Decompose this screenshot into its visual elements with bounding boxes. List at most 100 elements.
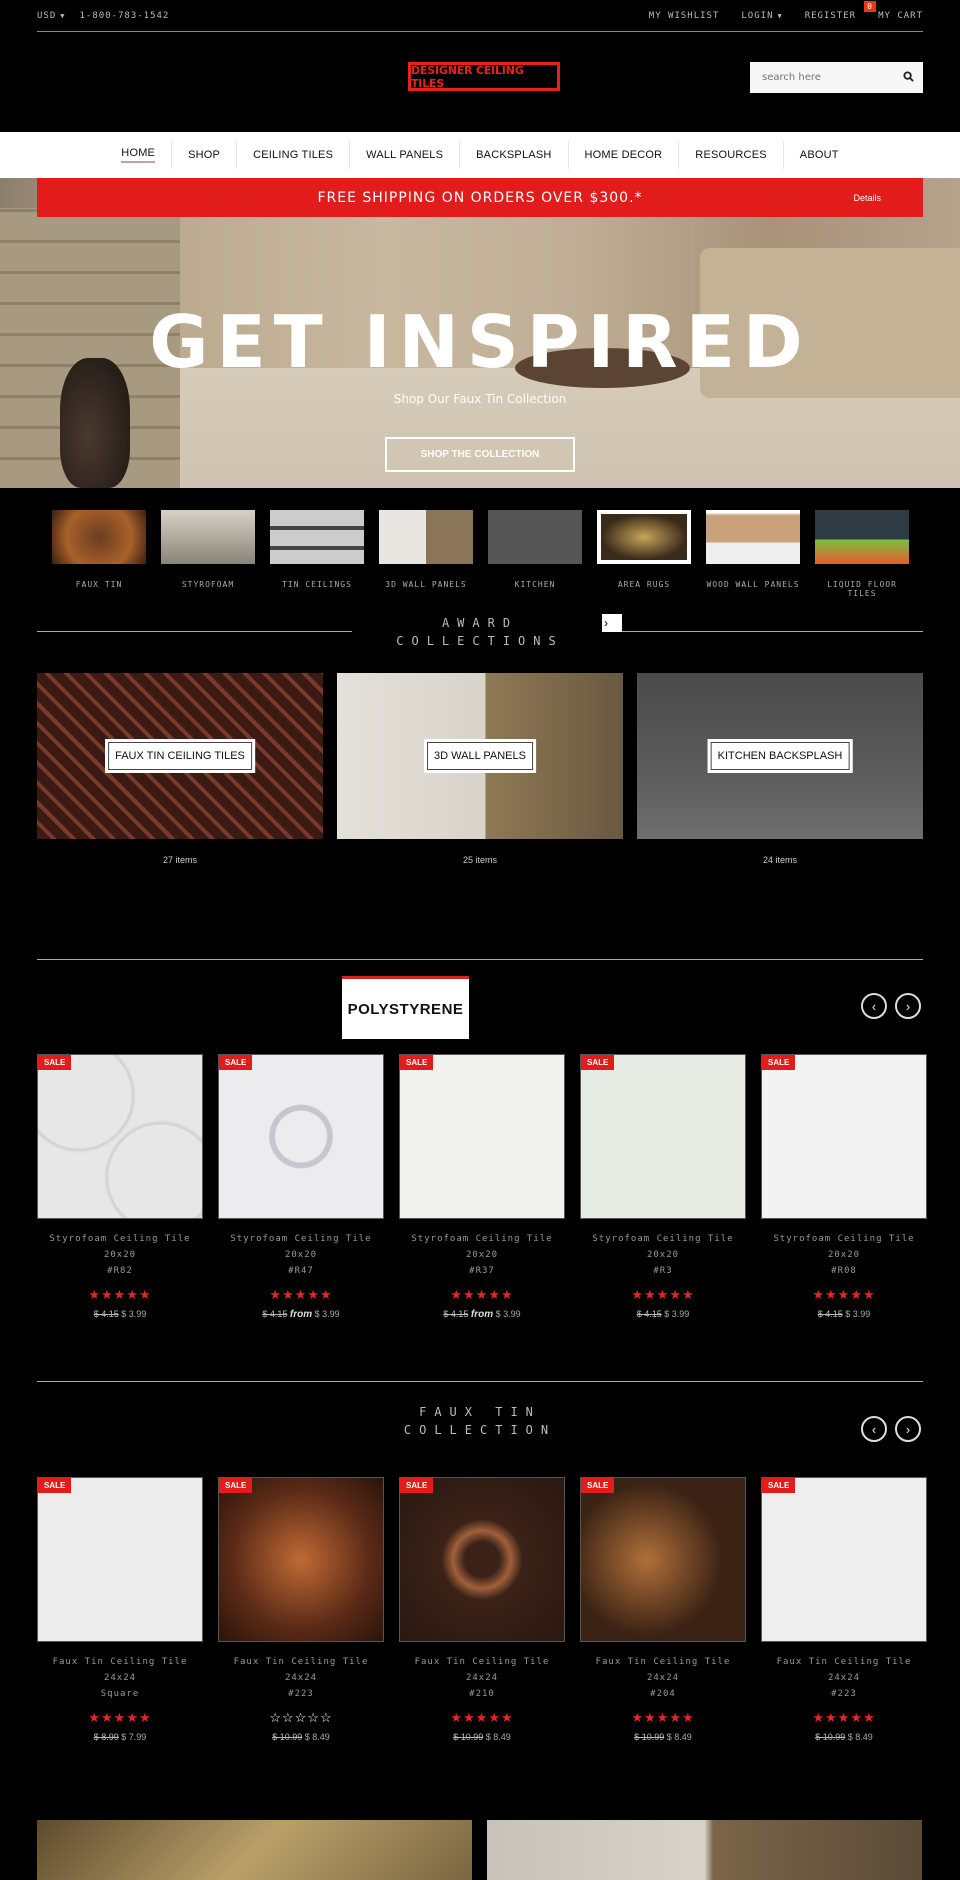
nav-wall-panels[interactable]: WALL PANELS bbox=[349, 141, 459, 169]
product-card[interactable]: SALE Styrofoam Ceiling Tile 20x20 #R37 ★… bbox=[399, 1054, 565, 1320]
product-name[interactable]: Styrofoam Ceiling Tile 20x20 #R08 bbox=[761, 1231, 927, 1279]
product-image[interactable]: SALE bbox=[37, 1054, 203, 1219]
category-image bbox=[488, 510, 582, 564]
section-title-faux-tin: FAUX TIN COLLECTION bbox=[403, 1405, 557, 1437]
category-kitchen[interactable]: KITCHEN bbox=[488, 510, 582, 598]
star-filled-icon: ★ bbox=[269, 1287, 283, 1302]
star-filled-icon: ★ bbox=[500, 1287, 514, 1302]
product-image[interactable]: SALE bbox=[37, 1477, 203, 1642]
sale-badge: SALE bbox=[38, 1478, 72, 1493]
product-name[interactable]: Faux Tin Ceiling Tile 24x24 #210 bbox=[399, 1654, 565, 1702]
sale-price: $ 8.49 bbox=[304, 1732, 330, 1742]
product-card[interactable]: SALE Faux Tin Ceiling Tile 24x24 #204 ★★… bbox=[580, 1477, 746, 1742]
section2-carousel-controls: ‹ › bbox=[861, 1416, 921, 1442]
product-card[interactable]: SALE Styrofoam Ceiling Tile 20x20 #R47 ★… bbox=[218, 1054, 384, 1320]
nav-home-decor[interactable]: HOME DECOR bbox=[567, 141, 679, 169]
nav-resources[interactable]: RESOURCES bbox=[678, 141, 782, 169]
category-area-rugs[interactable]: AREA RUGS bbox=[597, 510, 691, 598]
product-image[interactable]: SALE bbox=[580, 1477, 746, 1642]
product-card[interactable]: SALE Faux Tin Ceiling Tile 24x24 #210 ★★… bbox=[399, 1477, 565, 1742]
logo-text: DESIGNER CEILING TILES bbox=[411, 63, 524, 90]
category-tin-ceilings[interactable]: TIN CEILINGS bbox=[270, 510, 364, 598]
cart-count-badge: 0 bbox=[864, 0, 876, 12]
product-image[interactable]: SALE bbox=[399, 1477, 565, 1642]
category-styrofoam[interactable]: STYROFOAM bbox=[161, 510, 255, 598]
search-input[interactable] bbox=[750, 72, 893, 83]
nav-about[interactable]: ABOUT bbox=[782, 141, 855, 169]
nav-backsplash[interactable]: BACKSPLASH bbox=[459, 141, 567, 169]
category-label: FAUX TIN bbox=[75, 580, 123, 589]
product-name[interactable]: Faux Tin Ceiling Tile 24x24 #204 bbox=[580, 1654, 746, 1702]
caret-down-icon: ▼ bbox=[777, 11, 783, 20]
site-logo[interactable]: DESIGNER CEILING TILES bbox=[408, 62, 560, 91]
star-filled-icon: ★ bbox=[644, 1710, 657, 1725]
product-name[interactable]: Faux Tin Ceiling Tile 24x24 Square bbox=[37, 1654, 203, 1702]
star-filled-icon: ★ bbox=[113, 1710, 127, 1725]
category-faux-tin[interactable]: FAUX TIN bbox=[52, 510, 146, 598]
nav-shop[interactable]: SHOP bbox=[171, 141, 236, 169]
product-card[interactable]: SALE Styrofoam Ceiling Tile 20x20 #R3 ★★… bbox=[580, 1054, 746, 1320]
product-card[interactable]: SALE Faux Tin Ceiling Tile 24x24 Square … bbox=[37, 1477, 203, 1742]
star-filled-icon: ★ bbox=[463, 1287, 476, 1302]
star-filled-icon: ★ bbox=[825, 1287, 838, 1302]
chevron-right-icon[interactable]: › bbox=[895, 993, 921, 1019]
category-liquid-floor-tiles[interactable]: LIQUID FLOOR TILES bbox=[815, 510, 909, 598]
product-price: $ 4.15 from $ 3.99 bbox=[218, 1309, 384, 1320]
star-filled-icon: ★ bbox=[850, 1287, 863, 1302]
sale-badge: SALE bbox=[219, 1478, 253, 1493]
product-image[interactable]: SALE bbox=[218, 1054, 384, 1219]
sale-badge: SALE bbox=[581, 1478, 615, 1493]
product-image[interactable]: SALE bbox=[761, 1477, 927, 1642]
chevron-left-icon[interactable]: ‹ bbox=[861, 1416, 887, 1442]
star-filled-icon: ★ bbox=[837, 1710, 851, 1725]
sale-price: $ 3.99 bbox=[664, 1309, 690, 1319]
category-wood-wall-panels[interactable]: WOOD WALL PANELS bbox=[706, 510, 800, 598]
product-image[interactable]: SALE bbox=[399, 1054, 565, 1219]
product-name[interactable]: Styrofoam Ceiling Tile 20x20 #R47 bbox=[218, 1231, 384, 1279]
sale-price: $ 8.49 bbox=[847, 1732, 873, 1742]
login-dropdown[interactable]: LOGIN ▼ bbox=[741, 11, 782, 21]
chevron-left-icon[interactable]: ‹ bbox=[861, 993, 887, 1019]
star-empty-icon: ☆ bbox=[282, 1710, 295, 1725]
old-price: $ 4.15 bbox=[443, 1309, 469, 1319]
collection-3d-wall-panels[interactable]: 3D WALL PANELS bbox=[337, 673, 623, 839]
promo-tin-ceilings[interactable] bbox=[37, 1820, 472, 1880]
old-price: $ 4.15 bbox=[93, 1309, 119, 1319]
nav-ceiling-tiles[interactable]: CEILING TILES bbox=[236, 141, 349, 169]
chevron-right-icon[interactable]: › bbox=[895, 1416, 921, 1442]
section1-carousel-controls: ‹ › bbox=[861, 993, 921, 1019]
product-card[interactable]: SALE Faux Tin Ceiling Tile 24x24 #223 ☆☆… bbox=[218, 1477, 384, 1742]
product-name[interactable]: Faux Tin Ceiling Tile 24x24 #223 bbox=[761, 1654, 927, 1702]
shipping-banner-text: FREE SHIPPING ON ORDERS OVER $300.* bbox=[317, 189, 643, 206]
product-image[interactable]: SALE bbox=[761, 1054, 927, 1219]
product-card[interactable]: SALE Styrofoam Ceiling Tile 20x20 #R08 ★… bbox=[761, 1054, 927, 1320]
promo-3d-wall-panels[interactable] bbox=[487, 1820, 922, 1880]
wishlist-link[interactable]: MY WISHLIST bbox=[649, 11, 720, 21]
old-price: $ 4.15 bbox=[262, 1309, 288, 1319]
product-image[interactable]: SALE bbox=[218, 1477, 384, 1642]
shipping-details-link[interactable]: Details bbox=[853, 193, 881, 203]
product-card[interactable]: SALE Faux Tin Ceiling Tile 24x24 #223 ★★… bbox=[761, 1477, 927, 1742]
currency-selector[interactable]: USD ▼ bbox=[37, 11, 65, 21]
search-icon[interactable] bbox=[893, 70, 923, 85]
product-image[interactable]: SALE bbox=[580, 1054, 746, 1219]
product-name[interactable]: Styrofoam Ceiling Tile 20x20 #R82 bbox=[37, 1231, 203, 1279]
star-filled-icon: ★ bbox=[463, 1710, 476, 1725]
chevron-right-icon[interactable]: › bbox=[602, 614, 622, 632]
product-name[interactable]: Styrofoam Ceiling Tile 20x20 #R3 bbox=[580, 1231, 746, 1279]
cart-link[interactable]: 0 MY CART bbox=[864, 0, 923, 21]
search-box bbox=[750, 62, 923, 93]
product-name[interactable]: Styrofoam Ceiling Tile 20x20 #R37 bbox=[399, 1231, 565, 1279]
collection-kitchen-backsplash[interactable]: KITCHEN BACKSPLASH bbox=[637, 673, 923, 839]
product-name[interactable]: Faux Tin Ceiling Tile 24x24 #223 bbox=[218, 1654, 384, 1702]
category-3d-wall-panels[interactable]: 3D WALL PANELS bbox=[379, 510, 473, 598]
sale-price: $ 3.99 bbox=[845, 1309, 871, 1319]
star-filled-icon: ★ bbox=[138, 1710, 152, 1725]
collection-faux-tin[interactable]: FAUX TIN CEILING TILES bbox=[37, 673, 323, 839]
nav-home[interactable]: HOME bbox=[105, 141, 171, 169]
product-card[interactable]: SALE Styrofoam Ceiling Tile 20x20 #R82 ★… bbox=[37, 1054, 203, 1320]
product-price: $ 4.15 $ 3.99 bbox=[37, 1309, 203, 1319]
register-link[interactable]: REGISTER bbox=[805, 11, 856, 21]
product-price: $ 8.99 $ 7.99 bbox=[37, 1732, 203, 1742]
shop-collection-button[interactable]: SHOP THE COLLECTION bbox=[385, 437, 575, 472]
